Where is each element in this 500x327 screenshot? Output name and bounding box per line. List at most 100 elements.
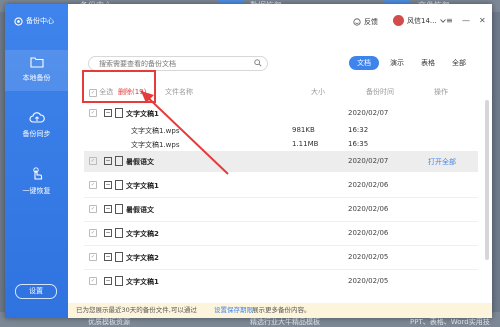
table-row[interactable]: ✓ − 暑假语文 2020/02/07 打开全部 xyxy=(84,151,478,172)
row-checkbox[interactable]: ✓ xyxy=(89,109,97,117)
row-date: 2020/02/06 xyxy=(348,205,389,213)
sidebar-item-label: 一键恢复 xyxy=(22,187,51,195)
row-name: 文字文稿1 xyxy=(126,278,159,286)
backup-center-window: 备份中心 本地备份 备份同步 一键恢复 设置 反馈 风信14... ≡ — ✕ … xyxy=(5,4,492,318)
chevron-down-icon xyxy=(439,18,446,23)
search-box[interactable] xyxy=(88,56,268,71)
sidebar-item-label: 本地备份 xyxy=(22,74,51,82)
background-label: 精选行业大牛精品模板 xyxy=(250,318,320,326)
row-name: 文字文稿2 xyxy=(126,230,159,238)
settings-button[interactable]: 设置 xyxy=(15,284,57,299)
open-all-link[interactable]: 打开全部 xyxy=(428,157,456,167)
avatar xyxy=(393,15,404,26)
column-action: 操作 xyxy=(434,88,448,96)
row-divider xyxy=(84,197,478,198)
sidebar-item-label: 备份同步 xyxy=(22,130,51,138)
collapse-icon[interactable]: − xyxy=(104,157,112,165)
sidebar-item-local-backup[interactable]: 本地备份 xyxy=(5,50,68,91)
table-row[interactable]: ✓ − 文字文稿1 2020/02/07 xyxy=(84,103,478,124)
row-name: 文字文稿1 xyxy=(126,110,159,118)
folder-icon xyxy=(29,57,44,68)
collapse-icon[interactable]: − xyxy=(104,229,112,237)
row-checkbox[interactable]: ✓ xyxy=(89,205,97,213)
search-icon[interactable] xyxy=(254,59,262,67)
collapse-icon[interactable]: − xyxy=(104,253,112,261)
main-panel: 反馈 风信14... ≡ — ✕ 文档 演示 表格 全部 ✓ xyxy=(68,4,492,318)
brand-label: 备份中心 xyxy=(26,17,54,25)
table-row[interactable]: ✓ − 文字文稿2 2020/02/06 xyxy=(84,223,478,244)
document-icon xyxy=(115,180,123,190)
feedback-button[interactable]: 反馈 xyxy=(353,17,378,27)
document-icon xyxy=(115,276,123,286)
column-filename: 文件名称 xyxy=(165,88,193,96)
file-item[interactable]: 文字文稿1.wps 981KB 16:32 xyxy=(84,126,478,138)
menu-icon[interactable]: ≡ xyxy=(446,16,453,25)
hand-pointer-icon xyxy=(32,167,42,180)
row-divider xyxy=(84,245,478,246)
row-date: 2020/02/06 xyxy=(348,229,389,237)
tab-all[interactable]: 全部 xyxy=(452,58,466,68)
user-menu[interactable]: 风信14... xyxy=(393,15,446,26)
brand: 备份中心 xyxy=(14,16,54,26)
collapse-icon[interactable]: − xyxy=(104,205,112,213)
collapse-icon[interactable]: − xyxy=(104,277,112,285)
file-size: 981KB xyxy=(292,126,315,134)
tab-spreadsheets[interactable]: 表格 xyxy=(421,58,435,68)
smile-icon xyxy=(353,18,361,26)
row-checkbox[interactable]: ✓ xyxy=(89,157,97,165)
background-label: PPT、表格、Word实用技 xyxy=(410,318,490,326)
close-icon[interactable]: ✕ xyxy=(479,16,486,25)
column-backup-time: 备份时间 xyxy=(366,88,394,96)
row-date: 2020/02/05 xyxy=(348,253,389,261)
table-row[interactable]: ✓ − 文字文稿1 2020/02/05 xyxy=(84,271,478,292)
titlebar: 反馈 风信14... ≡ — ✕ xyxy=(68,4,492,38)
sidebar-item-one-click-restore[interactable]: 一键恢复 xyxy=(5,167,68,196)
tab-presentations[interactable]: 演示 xyxy=(390,58,404,68)
row-divider xyxy=(84,221,478,222)
table-row[interactable]: ✓ − 暑假语文 2020/02/06 xyxy=(84,199,478,220)
background-label: 优质模板资源 xyxy=(88,318,130,326)
document-icon xyxy=(115,108,123,118)
file-size: 1.11MB xyxy=(292,140,319,148)
sidebar: 备份中心 本地备份 备份同步 一键恢复 设置 xyxy=(5,4,68,318)
backup-logo-icon xyxy=(14,16,23,26)
notice-text: 已为您展示最近30天的备份文件,可以通过 xyxy=(76,306,197,314)
minimize-icon[interactable]: — xyxy=(462,16,470,25)
row-date: 2020/02/07 xyxy=(348,109,389,117)
file-time: 16:32 xyxy=(348,126,369,134)
row-date: 2020/02/05 xyxy=(348,277,389,285)
search-input[interactable] xyxy=(97,59,261,69)
sidebar-item-backup-sync[interactable]: 备份同步 xyxy=(5,112,68,139)
retention-settings-link[interactable]: 设置保存期限 xyxy=(214,303,253,318)
table-row[interactable]: ✓ − 文字文稿2 2020/02/05 xyxy=(84,247,478,268)
cloud-upload-icon xyxy=(29,112,45,123)
scrollbar[interactable] xyxy=(485,100,489,260)
user-name: 风信14... xyxy=(407,16,437,25)
row-name: 暑假语文 xyxy=(126,206,154,214)
row-date: 2020/02/07 xyxy=(348,157,389,165)
document-icon xyxy=(115,252,123,262)
notice-text: 展示更多备份内容。 xyxy=(252,306,311,314)
column-size: 大小 xyxy=(311,88,325,96)
row-checkbox[interactable]: ✓ xyxy=(89,253,97,261)
file-name: 文字文稿1.wps xyxy=(131,127,180,135)
table-row[interactable]: ✓ − 文字文稿1 2020/02/06 xyxy=(84,175,478,196)
document-icon xyxy=(115,204,123,214)
feedback-label: 反馈 xyxy=(364,18,378,26)
collapse-icon[interactable]: − xyxy=(104,181,112,189)
collapse-icon[interactable]: − xyxy=(104,109,112,117)
highlight-box xyxy=(82,70,156,103)
row-name: 暑假语文 xyxy=(126,158,154,166)
row-checkbox[interactable]: ✓ xyxy=(89,229,97,237)
document-icon xyxy=(115,156,123,166)
notice-bar: 已为您展示最近30天的备份文件,可以通过 设置保存期限 展示更多备份内容。 xyxy=(68,303,492,318)
file-time: 16:35 xyxy=(348,140,369,148)
row-checkbox[interactable]: ✓ xyxy=(89,277,97,285)
file-name: 文字文稿1.wps xyxy=(131,141,180,149)
tab-documents[interactable]: 文档 xyxy=(349,56,379,70)
row-name: 文字文稿1 xyxy=(126,182,159,190)
row-name: 文字文稿2 xyxy=(126,254,159,262)
row-date: 2020/02/06 xyxy=(348,181,389,189)
row-divider xyxy=(84,269,478,270)
row-checkbox[interactable]: ✓ xyxy=(89,181,97,189)
